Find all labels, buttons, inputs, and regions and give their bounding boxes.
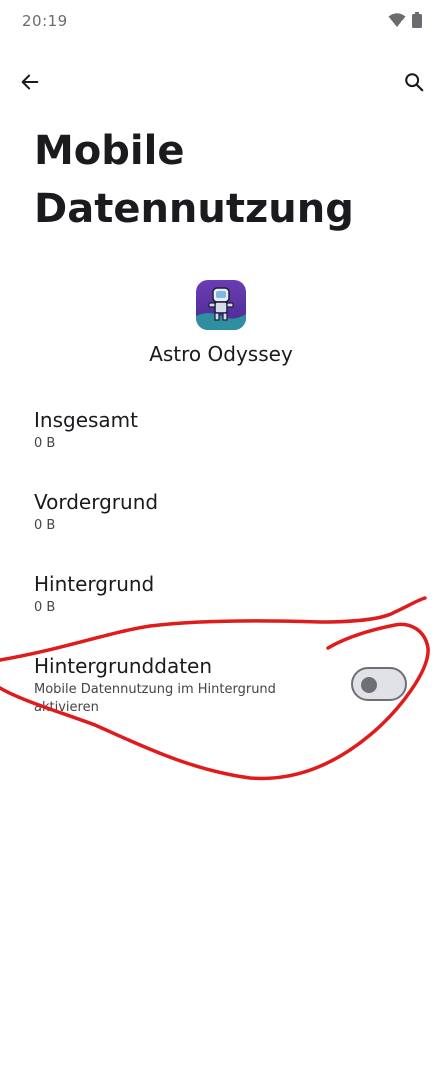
pref-title: Insgesamt <box>34 408 138 432</box>
pref-summary: 0 B <box>34 518 56 533</box>
pref-summary: 0 B <box>34 436 56 451</box>
back-button[interactable] <box>10 64 50 104</box>
app-header: Astro Odyssey <box>0 280 442 366</box>
arrow-back-icon <box>19 71 41 97</box>
status-bar: 20:19 <box>0 0 442 44</box>
wifi-icon <box>388 12 406 32</box>
pref-total-usage: Insgesamt 0 B <box>34 406 334 453</box>
status-icons <box>388 12 422 32</box>
search-icon <box>403 71 425 97</box>
background-data-toggle[interactable] <box>351 667 407 701</box>
astro-odyssey-app-icon <box>196 280 246 330</box>
status-time: 20:19 <box>22 12 68 30</box>
pref-title: Hintergrunddaten <box>34 654 213 678</box>
pref-foreground-usage: Vordergrund 0 B <box>34 488 334 535</box>
pref-title: Hintergrund <box>34 572 155 596</box>
pref-summary: Mobile Datennutzung im Hintergrund aktiv… <box>34 682 276 715</box>
pref-background-usage: Hintergrund 0 B <box>34 570 334 617</box>
app-name: Astro Odyssey <box>149 342 293 366</box>
battery-icon <box>412 12 422 32</box>
pref-summary: 0 B <box>34 600 56 615</box>
pref-background-data[interactable]: Hintergrunddaten Mobile Datennutzung im … <box>34 652 334 717</box>
search-button[interactable] <box>394 64 434 104</box>
toggle-knob <box>361 677 377 693</box>
page-title: Mobile Datennutzung <box>34 128 354 232</box>
pref-title: Vordergrund <box>34 490 159 514</box>
